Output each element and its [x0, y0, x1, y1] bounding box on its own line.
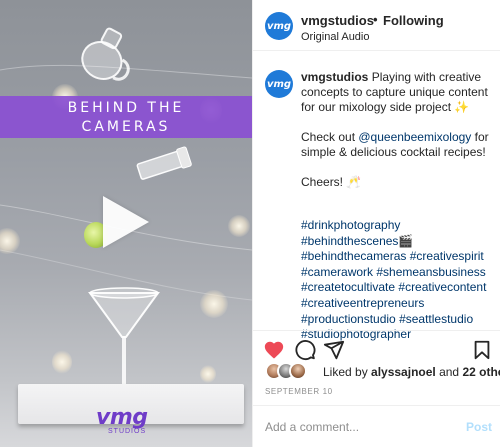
liker-avatar[interactable] — [289, 362, 307, 380]
header-separator: • — [373, 12, 378, 27]
liked-by-prefix: Liked by — [323, 365, 372, 379]
vmg-logo-subtext: STUDIOS — [108, 428, 147, 435]
hashtag-line[interactable]: #productionstudio #seattlestudio — [301, 312, 493, 328]
caption-avatar[interactable]: vmg — [265, 70, 293, 98]
heart-icon[interactable] — [263, 339, 285, 361]
liked-by-others[interactable]: 22 others — [462, 365, 500, 379]
caption-username[interactable]: vmgstudios — [301, 70, 368, 84]
hashtag-line[interactable]: #camerawork #shemeansbusiness — [301, 265, 493, 281]
mention-link[interactable]: @queenbeemixology — [358, 130, 471, 144]
comment-bar: Post — [253, 405, 500, 447]
video-player[interactable]: BEHIND THE CAMERAS vmg STUDIOS — [0, 0, 252, 447]
post-date: SEPTEMBER 10 — [265, 387, 333, 396]
bokeh-light — [228, 215, 250, 237]
comment-input[interactable] — [265, 418, 455, 436]
bookmark-icon[interactable] — [471, 339, 493, 361]
comment-icon[interactable] — [294, 339, 316, 361]
play-icon[interactable] — [103, 196, 149, 248]
jigger-illustration — [136, 146, 192, 180]
caption-text-3: Cheers! 🥂 — [301, 175, 362, 189]
vmg-logo: vmg — [96, 405, 148, 430]
post-button[interactable]: Post — [466, 420, 492, 434]
banner-line-2: CAMERAS — [81, 119, 171, 135]
following-button[interactable]: Following — [383, 13, 444, 28]
post-caption: vmgstudios Playing with creative concept… — [301, 70, 493, 205]
glass-jug-illustration — [81, 27, 130, 81]
likes-row: Liked by alyssajnoel and 22 others — [265, 362, 500, 382]
hashtag-line[interactable]: #createtocultivate #creativecontent — [301, 280, 493, 296]
caption-text-2-prefix: Check out — [301, 130, 359, 144]
martini-glass-illustration — [88, 287, 160, 396]
bokeh-light — [52, 350, 72, 374]
hashtag-line[interactable]: #behindthescenes🎬 — [301, 234, 493, 250]
post-header: vmg vmgstudios • Following Original Audi… — [253, 0, 500, 51]
liked-by-text: Liked by alyssajnoel and 22 others — [323, 365, 500, 379]
audio-link[interactable]: Original Audio — [301, 31, 370, 43]
avatar[interactable]: vmg — [265, 12, 293, 40]
header-username[interactable]: vmgstudios — [301, 13, 374, 28]
liked-by-middle: and — [435, 365, 463, 379]
bokeh-light — [200, 365, 216, 383]
share-icon[interactable] — [323, 339, 345, 361]
liked-by-user[interactable]: alyssajnoel — [371, 365, 436, 379]
hashtag-list: #drinkphotography #behindthescenes🎬 #beh… — [301, 218, 493, 343]
hashtag-line[interactable]: #behindthecameras #creativespirit — [301, 249, 493, 265]
action-bar — [253, 330, 500, 366]
hashtag-line[interactable]: #drinkphotography — [301, 218, 493, 234]
banner-line-1: BEHIND THE — [67, 100, 185, 116]
bokeh-light — [200, 290, 228, 318]
hashtag-line[interactable]: #creativeentrepreneurs — [301, 296, 493, 312]
post-details-panel: vmg vmgstudios • Following Original Audi… — [252, 0, 500, 447]
